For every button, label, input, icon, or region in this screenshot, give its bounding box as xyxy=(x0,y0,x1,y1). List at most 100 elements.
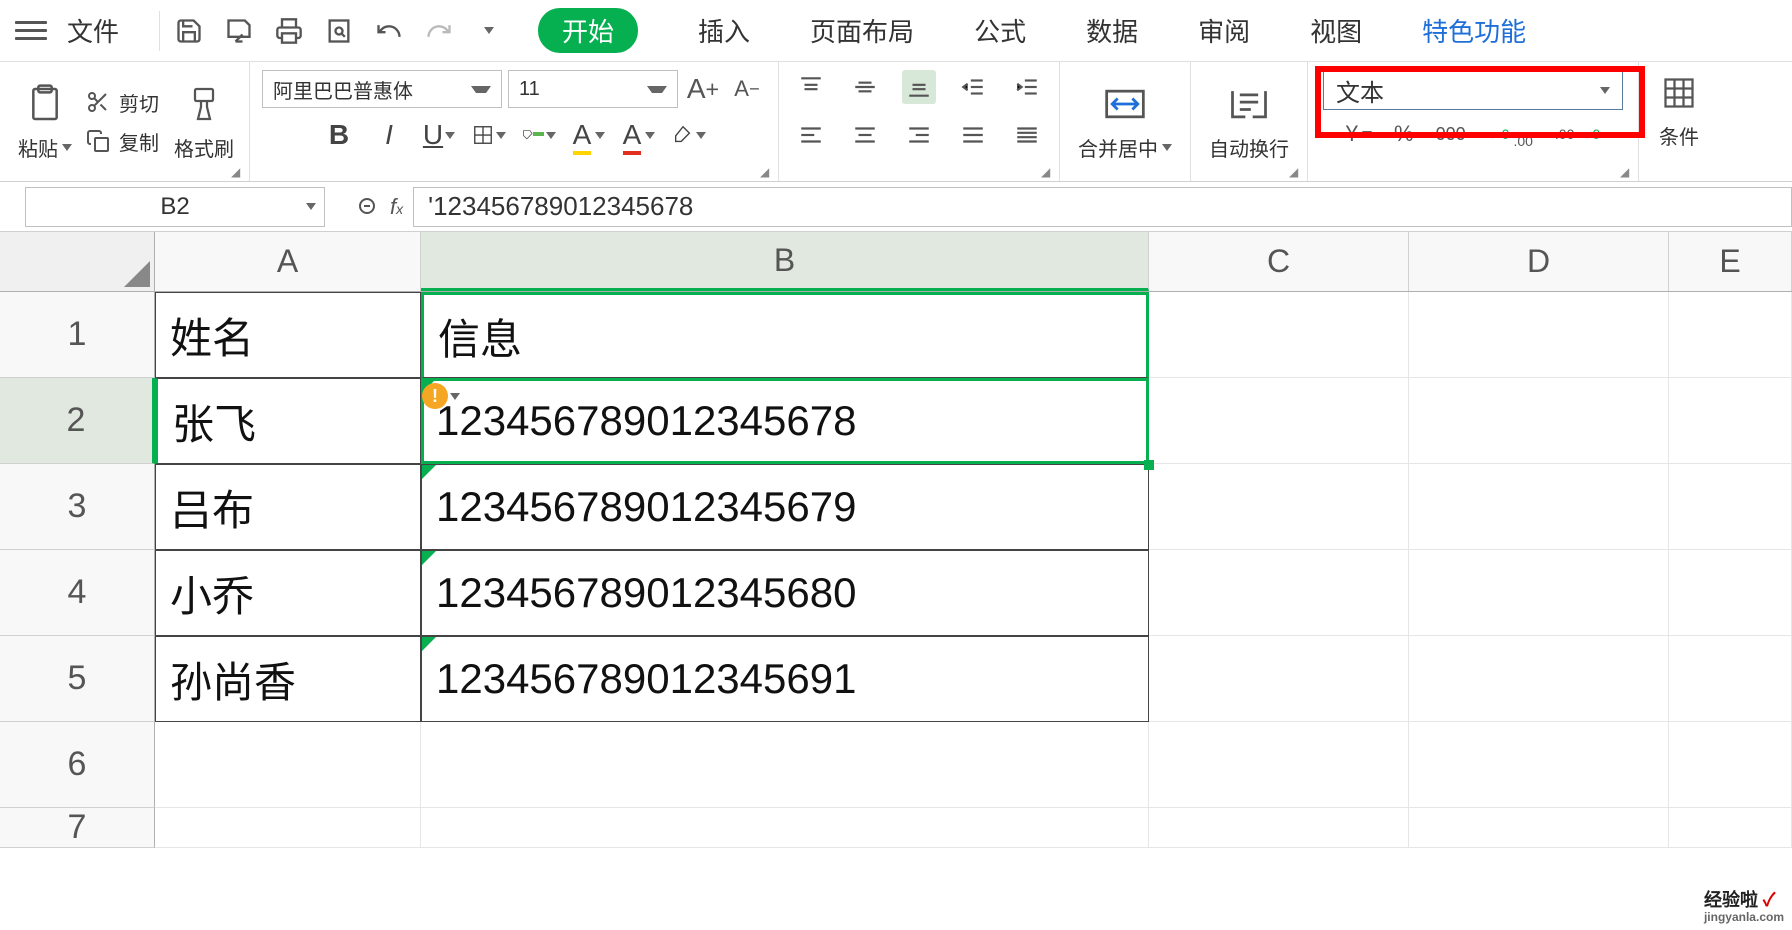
align-right-icon[interactable] xyxy=(902,118,936,152)
cell-A5[interactable]: 孙尚香 xyxy=(155,636,421,722)
align-left-icon[interactable] xyxy=(794,118,828,152)
cell-C3[interactable] xyxy=(1149,464,1409,550)
print-preview-icon[interactable] xyxy=(325,17,353,45)
cell-C7[interactable] xyxy=(1149,808,1409,848)
cell-E7[interactable] xyxy=(1669,808,1792,848)
increase-font-icon[interactable]: A+ xyxy=(684,70,722,108)
tab-special[interactable]: 特色功能 xyxy=(1422,12,1526,49)
underline-button[interactable]: U xyxy=(422,118,456,152)
row-header-6[interactable]: 6 xyxy=(0,722,155,808)
cell-B1[interactable]: 信息 xyxy=(421,292,1149,378)
row-header-7[interactable]: 7 xyxy=(0,808,155,848)
cell-B4[interactable]: 123456789012345680 xyxy=(421,550,1149,636)
font-name-combo[interactable]: 阿里巴巴普惠体 xyxy=(262,70,502,108)
wrap-text-button[interactable]: 自动换行 xyxy=(1209,82,1289,162)
cell-C5[interactable] xyxy=(1149,636,1409,722)
error-badge[interactable]: ! xyxy=(422,383,460,409)
cell-E6[interactable] xyxy=(1669,722,1792,808)
tab-page-layout[interactable]: 页面布局 xyxy=(810,12,914,49)
tab-start[interactable]: 开始 xyxy=(538,8,638,53)
cell-E1[interactable] xyxy=(1669,292,1792,378)
cell-A3[interactable]: 吕布 xyxy=(155,464,421,550)
distribute-icon[interactable] xyxy=(1010,118,1044,152)
decrease-font-icon[interactable]: A− xyxy=(728,70,766,108)
fill-color-button[interactable] xyxy=(522,118,556,152)
cell-D7[interactable] xyxy=(1409,808,1669,848)
cell-A1[interactable]: 姓名 xyxy=(155,292,421,378)
format-painter-button[interactable]: 格式刷 xyxy=(174,82,234,162)
cell-D3[interactable] xyxy=(1409,464,1669,550)
group-launcher-icon[interactable]: ◢ xyxy=(760,165,774,179)
cell-B6[interactable] xyxy=(421,722,1149,808)
column-header-A[interactable]: A xyxy=(155,232,421,291)
name-box[interactable]: B2 xyxy=(25,187,325,227)
column-header-B[interactable]: B xyxy=(421,232,1149,291)
tab-view[interactable]: 视图 xyxy=(1310,12,1362,49)
row-header-1[interactable]: 1 xyxy=(0,292,155,378)
qat-more-icon[interactable] xyxy=(475,17,503,45)
font-size-combo[interactable]: 11 xyxy=(508,70,678,108)
highlight-button[interactable]: A xyxy=(572,118,606,152)
conditional-format-button[interactable]: 条件 xyxy=(1649,70,1709,150)
cell-B3[interactable]: 123456789012345679 xyxy=(421,464,1149,550)
tab-formula[interactable]: 公式 xyxy=(974,12,1026,49)
cell-A2[interactable]: 张飞 ! xyxy=(155,378,421,464)
bold-button[interactable]: B xyxy=(322,118,356,152)
copy-button[interactable]: 复制 xyxy=(85,127,159,156)
group-launcher-icon[interactable]: ◢ xyxy=(231,165,245,179)
percent-button[interactable]: % xyxy=(1394,121,1414,147)
clear-format-button[interactable] xyxy=(672,118,706,152)
decrease-indent-icon[interactable] xyxy=(956,70,990,104)
tab-insert[interactable]: 插入 xyxy=(698,12,750,49)
file-menu[interactable]: 文件 xyxy=(67,12,119,49)
cell-A4[interactable]: 小乔 xyxy=(155,550,421,636)
number-format-combo[interactable]: 文本 xyxy=(1323,70,1623,110)
cell-C4[interactable] xyxy=(1149,550,1409,636)
group-launcher-icon[interactable]: ◢ xyxy=(1620,165,1634,179)
redo-icon[interactable] xyxy=(425,17,453,45)
column-header-C[interactable]: C xyxy=(1149,232,1409,291)
hamburger-icon[interactable] xyxy=(15,15,47,47)
cell-D2[interactable] xyxy=(1409,378,1669,464)
cell-B2[interactable]: 123456789012345678 xyxy=(421,378,1149,464)
increase-indent-icon[interactable] xyxy=(1010,70,1044,104)
align-top-icon[interactable] xyxy=(794,70,828,104)
row-header-2[interactable]: 2 xyxy=(0,378,155,464)
cell-D1[interactable] xyxy=(1409,292,1669,378)
cell-E5[interactable] xyxy=(1669,636,1792,722)
group-launcher-icon[interactable]: ◢ xyxy=(1041,165,1055,179)
save-icon[interactable] xyxy=(175,17,203,45)
merge-center-button[interactable]: 合并居中 xyxy=(1078,82,1172,162)
cut-button[interactable]: 剪切 xyxy=(85,88,159,117)
cell-D6[interactable] xyxy=(1409,722,1669,808)
cell-D5[interactable] xyxy=(1409,636,1669,722)
align-bottom-icon[interactable] xyxy=(902,70,936,104)
select-all-corner[interactable] xyxy=(0,232,155,291)
group-launcher-icon[interactable]: ◢ xyxy=(1289,165,1303,179)
cell-C1[interactable] xyxy=(1149,292,1409,378)
fx-icon[interactable]: fx xyxy=(390,194,403,220)
cell-C6[interactable] xyxy=(1149,722,1409,808)
row-header-3[interactable]: 3 xyxy=(0,464,155,550)
row-header-4[interactable]: 4 xyxy=(0,550,155,636)
tab-review[interactable]: 审阅 xyxy=(1198,12,1250,49)
cell-B7[interactable] xyxy=(421,808,1149,848)
cell-E4[interactable] xyxy=(1669,550,1792,636)
tab-data[interactable]: 数据 xyxy=(1086,12,1138,49)
cell-C2[interactable] xyxy=(1149,378,1409,464)
cell-A7[interactable] xyxy=(155,808,421,848)
comma-style-button[interactable]: 000 xyxy=(1436,124,1466,145)
cell-E3[interactable] xyxy=(1669,464,1792,550)
cell-A6[interactable] xyxy=(155,722,421,808)
justify-icon[interactable] xyxy=(956,118,990,152)
cell-B5[interactable]: 123456789012345691 xyxy=(421,636,1149,722)
decrease-decimal-button[interactable]: .00→0 xyxy=(1555,127,1600,141)
save-as-icon[interactable] xyxy=(225,17,253,45)
increase-decimal-button[interactable]: ←0.00 xyxy=(1488,120,1533,148)
formula-input[interactable]: '123456789012345678 xyxy=(413,187,1792,227)
cell-D4[interactable] xyxy=(1409,550,1669,636)
italic-button[interactable]: I xyxy=(372,118,406,152)
undo-icon[interactable] xyxy=(375,17,403,45)
print-icon[interactable] xyxy=(275,17,303,45)
paste-button[interactable]: 粘贴 xyxy=(15,82,75,162)
